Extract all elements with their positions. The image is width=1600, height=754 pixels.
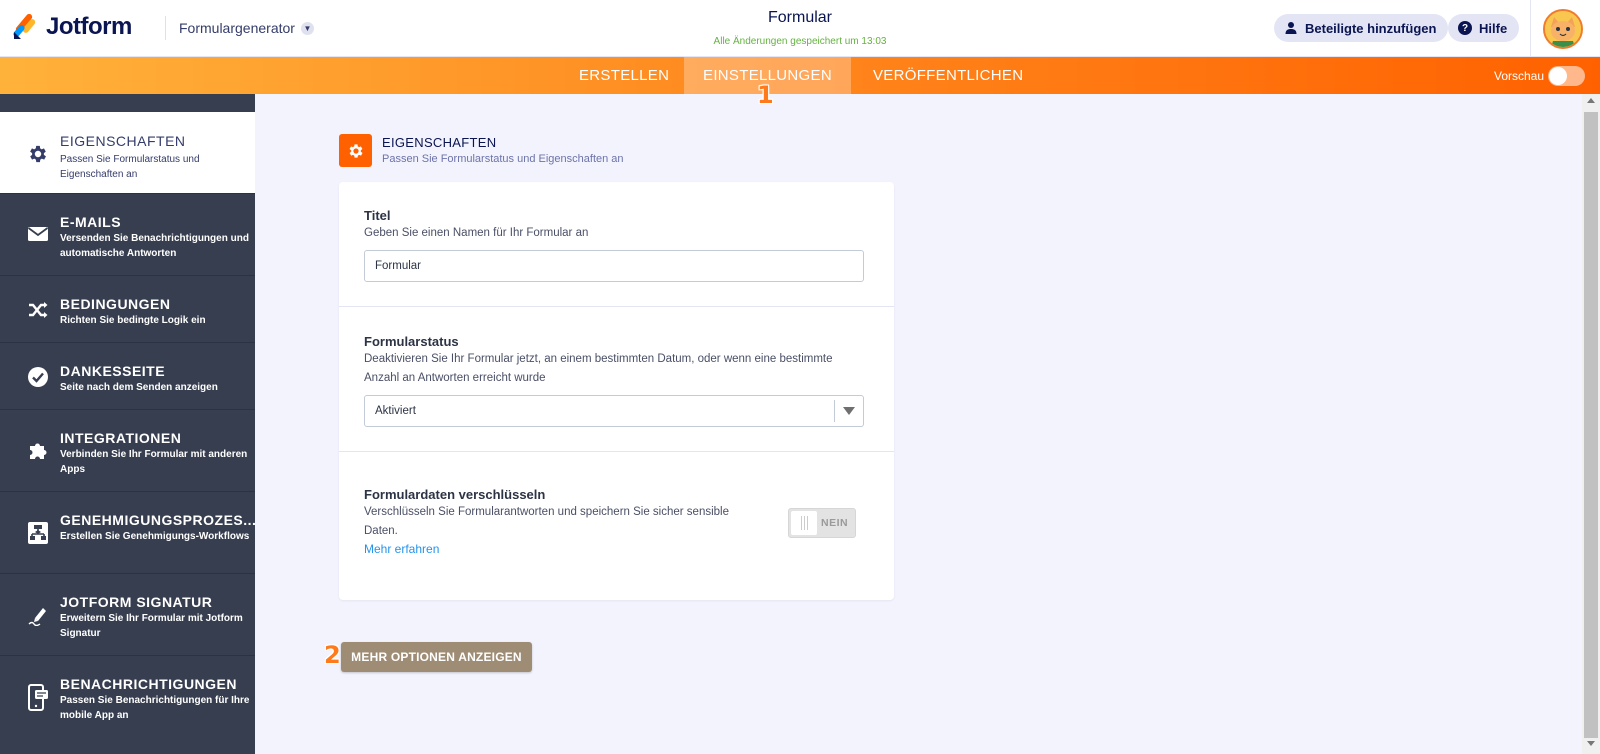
sidebar-item-title: BEDINGUNGEN — [60, 296, 171, 312]
sidebar-item-desc: Erweitern Sie Ihr Formular mit Jotform S… — [60, 613, 243, 639]
title-field-label: Titel — [364, 208, 391, 223]
help-label: Hilfe — [1479, 20, 1508, 36]
workflow-icon — [26, 521, 50, 545]
select-divider — [834, 400, 835, 422]
gear-icon — [26, 142, 50, 166]
sidebar-item-title: GENEHMIGUNGSPROZES... — [60, 512, 255, 528]
sidebar-item-integrations[interactable]: INTEGRATIONEN Verbinden Sie Ihr Formular… — [0, 410, 255, 492]
sidebar-item-desc: Passen Sie Benachrichtigungen für Ihre m… — [60, 695, 250, 721]
scroll-up-icon[interactable] — [1587, 98, 1595, 103]
show-more-options-button[interactable]: MEHR OPTIONEN ANZEIGEN — [341, 642, 532, 672]
sidebar-item-approval-workflows[interactable]: GENEHMIGUNGSPROZES... Erstellen Sie Gene… — [0, 492, 255, 574]
scroll-thumb[interactable] — [1584, 112, 1598, 738]
add-collaborators-label: Beteiligte hinzufügen — [1305, 20, 1437, 36]
sidebar-item-emails[interactable]: E-MAILS Versenden Sie Benachrichtigungen… — [0, 194, 255, 276]
add-collaborators-button[interactable]: Beteiligte hinzufügen — [1274, 14, 1449, 42]
sidebar-item-title: EIGENSCHAFTEN — [60, 133, 186, 149]
builder-nav: ERSTELLEN EINSTELLUNGEN VERÖFFENTLICHEN … — [0, 57, 1600, 94]
avatar[interactable] — [1543, 9, 1583, 49]
avatar-divider — [1530, 0, 1531, 57]
toggle-grip — [791, 511, 817, 535]
form-status-select[interactable]: Aktiviert — [364, 395, 864, 427]
jotform-logo[interactable]: Jotform — [12, 13, 132, 41]
help-button[interactable]: ? Hilfe — [1448, 14, 1520, 42]
title-field-hint: Geben Sie einen Namen für Ihr Formular a… — [364, 227, 589, 239]
sidebar-item-notifications[interactable]: BENACHRICHTIGUNGEN Passen Sie Benachrich… — [0, 656, 255, 754]
settings-sidebar: EIGENSCHAFTEN Passen Sie Formularstatus … — [0, 94, 255, 754]
sidebar-item-jotform-sign[interactable]: JOTFORM SIGNATUR Erweitern Sie Ihr Formu… — [0, 574, 255, 656]
sidebar-item-desc: Verbinden Sie Ihr Formular mit anderen A… — [60, 449, 248, 475]
sidebar-item-title: JOTFORM SIGNATUR — [60, 594, 213, 610]
sidebar-item-title: INTEGRATIONEN — [60, 430, 182, 446]
form-title-input[interactable]: Formular — [364, 250, 864, 282]
brand-name: Jotform — [46, 13, 132, 40]
preview-label: Vorschau — [1494, 69, 1545, 83]
mobile-notification-icon — [26, 684, 50, 711]
encrypt-toggle[interactable]: NEIN — [788, 508, 856, 538]
tab-publish[interactable]: VERÖFFENTLICHEN — [873, 57, 1023, 94]
scroll-down-icon[interactable] — [1587, 741, 1595, 746]
pen-icon — [26, 603, 50, 627]
sidebar-item-desc: Versenden Sie Benachrichtigungen und aut… — [60, 233, 249, 259]
section-gear-icon — [339, 134, 372, 167]
preview-toggle-knob — [1549, 67, 1567, 85]
form-generator-menu[interactable]: Formulargenerator ▼ — [179, 20, 314, 36]
sidebar-item-title: E-MAILS — [60, 214, 122, 230]
shuffle-icon — [26, 298, 50, 322]
card-divider — [339, 306, 894, 307]
jotform-logo-icon — [13, 14, 36, 39]
generator-label: Formulargenerator — [179, 20, 295, 36]
top-header: Jotform Formulargenerator ▼ Formular All… — [0, 0, 1600, 57]
sidebar-item-title: DANKESSEITE — [60, 363, 166, 379]
avatar-cat-icon — [1545, 11, 1581, 47]
sidebar-item-thank-you-page[interactable]: DANKESSEITE Seite nach dem Senden anzeig… — [0, 343, 255, 410]
settings-main: EIGENSCHAFTEN Passen Sie Formularstatus … — [255, 94, 1582, 754]
header-divider — [165, 16, 166, 40]
section-description: Passen Sie Formularstatus und Eigenschaf… — [382, 153, 624, 165]
user-icon — [1285, 22, 1297, 34]
puzzle-icon — [26, 439, 50, 463]
sidebar-item-properties[interactable]: EIGENSCHAFTEN Passen Sie Formularstatus … — [0, 112, 255, 194]
help-icon: ? — [1458, 21, 1472, 35]
tab-build[interactable]: ERSTELLEN — [579, 57, 669, 94]
sidebar-item-desc: Richten Sie bedingte Logik ein — [60, 315, 206, 326]
properties-card: Titel Geben Sie einen Namen für Ihr Form… — [339, 182, 894, 600]
step-1-badge: 1 — [757, 81, 774, 109]
sidebar-item-conditions[interactable]: BEDINGUNGEN Richten Sie bedingte Logik e… — [0, 276, 255, 343]
status-field-hint: Deaktivieren Sie Ihr Formular jetzt, an … — [364, 353, 833, 384]
encrypt-field-label: Formulardaten verschlüsseln — [364, 487, 546, 502]
chevron-down-icon: ▼ — [300, 21, 314, 35]
page-scrollbar[interactable] — [1582, 94, 1600, 754]
sidebar-item-title: BENACHRICHTIGUNGEN — [60, 676, 237, 692]
status-field-label: Formularstatus — [364, 334, 459, 349]
check-circle-icon — [26, 365, 50, 389]
form-status-value: Aktiviert — [375, 405, 416, 417]
encrypt-toggle-label: NEIN — [821, 517, 849, 529]
sidebar-item-desc: Seite nach dem Senden anzeigen — [60, 382, 218, 393]
step-2-badge: 2 — [324, 641, 341, 669]
encrypt-field-hint: Verschlüsseln Sie Formularantworten und … — [364, 506, 729, 537]
envelope-icon — [26, 222, 50, 246]
card-divider — [339, 451, 894, 452]
section-title: EIGENSCHAFTEN — [382, 135, 497, 150]
sidebar-item-desc: Passen Sie Formularstatus und Eigenschaf… — [60, 154, 200, 180]
caret-down-icon — [843, 407, 855, 415]
sidebar-item-desc: Erstellen Sie Genehmigungs-Workflows — [60, 531, 250, 542]
learn-more-link[interactable]: Mehr erfahren — [364, 542, 439, 556]
preview-toggle[interactable] — [1548, 66, 1585, 86]
